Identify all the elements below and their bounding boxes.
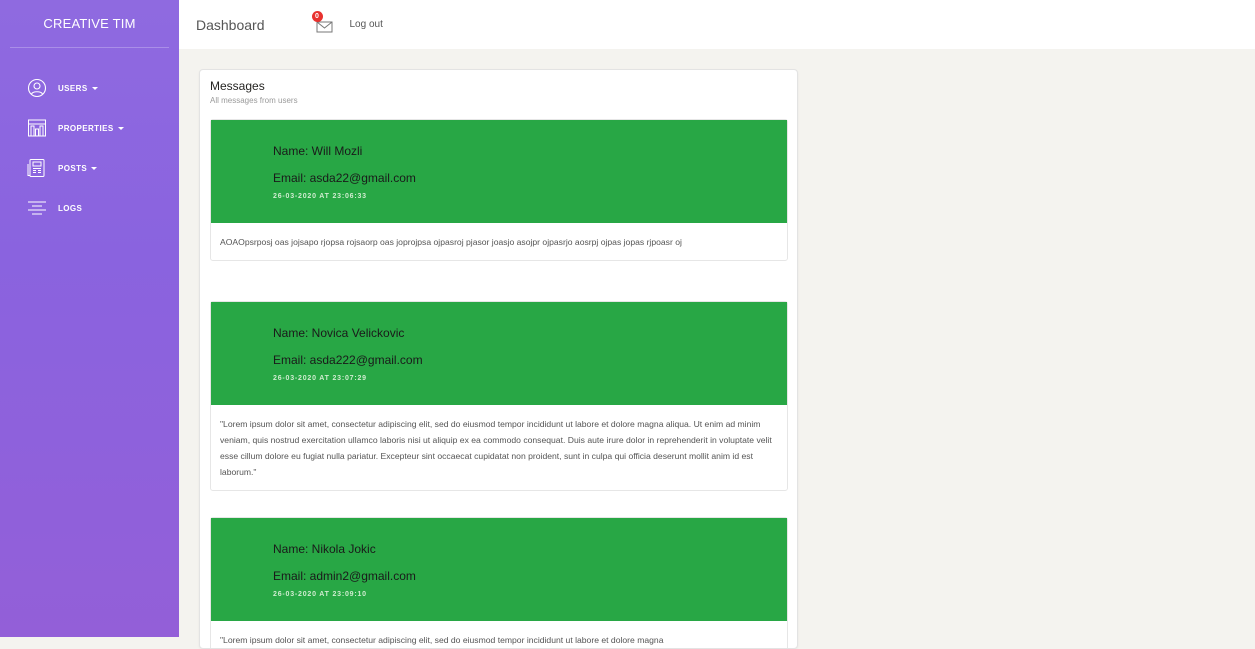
message-body: "Lorem ipsum dolor sit amet, consectetur… — [220, 419, 772, 477]
sender-name: Name: Nikola Jokic — [273, 542, 376, 556]
align-center-icon — [27, 198, 47, 218]
top-navbar: Dashboard 0 Log out — [179, 0, 1255, 49]
sidebar: CREATIVE TIM USERS PROPERTIES POSTS LOGS — [0, 0, 179, 637]
caret-down-icon — [91, 86, 98, 90]
notification-badge: 0 — [311, 10, 323, 22]
card-title: Messages — [210, 79, 265, 93]
sidebar-nav: USERS PROPERTIES POSTS LOGS — [0, 48, 179, 228]
page-title: Dashboard — [196, 16, 265, 33]
sidebar-item-logs[interactable]: LOGS — [0, 188, 179, 228]
sidebar-item-users[interactable]: USERS — [0, 68, 179, 108]
card-subtitle: All messages from users — [210, 96, 298, 105]
message-body: AOAOpsrposj oas jojsapo rjopsa rojsaorp … — [220, 237, 682, 247]
newspaper-icon — [27, 158, 47, 178]
sender-email: Email: asda222@gmail.com — [273, 353, 423, 367]
sender-email: Email: asda22@gmail.com — [273, 171, 416, 185]
caret-down-icon — [117, 126, 124, 130]
caret-down-icon — [91, 166, 98, 170]
building-icon — [27, 118, 47, 138]
user-circle-icon — [27, 78, 47, 98]
sidebar-item-properties[interactable]: PROPERTIES — [0, 108, 179, 148]
logout-link[interactable]: Log out — [350, 19, 383, 30]
sender-name: Name: Novica Velickovic — [273, 326, 405, 340]
message-header: Name: Nikola Jokic Email: admin2@gmail.c… — [211, 518, 787, 621]
message-date: 26-03-2020 AT 23:09:10 — [273, 591, 367, 598]
sidebar-item-label: PROPERTIES — [58, 123, 114, 133]
message-header: Name: Novica Velickovic Email: asda222@g… — [211, 302, 787, 405]
message-item: Name: Novica Velickovic Email: asda222@g… — [210, 301, 788, 491]
sidebar-item-posts[interactable]: POSTS — [0, 148, 179, 188]
message-header: Name: Will Mozli Email: asda22@gmail.com… — [211, 120, 787, 223]
message-date: 26-03-2020 AT 23:07:29 — [273, 375, 367, 382]
messages-card: Messages All messages from users Name: W… — [199, 69, 798, 649]
sender-name: Name: Will Mozli — [273, 144, 363, 158]
message-body: "Lorem ipsum dolor sit amet, consectetur… — [220, 635, 664, 645]
sidebar-item-label: POSTS — [58, 163, 88, 173]
message-date: 26-03-2020 AT 23:06:33 — [273, 193, 367, 200]
brand-logo[interactable]: CREATIVE TIM — [10, 0, 169, 48]
sender-email: Email: admin2@gmail.com — [273, 569, 416, 583]
message-item: Name: Nikola Jokic Email: admin2@gmail.c… — [210, 517, 788, 648]
notifications-button[interactable]: 0 — [311, 10, 333, 34]
sidebar-item-label: LOGS — [58, 203, 83, 213]
sidebar-item-label: USERS — [58, 83, 88, 93]
message-item: Name: Will Mozli Email: asda22@gmail.com… — [210, 119, 788, 261]
